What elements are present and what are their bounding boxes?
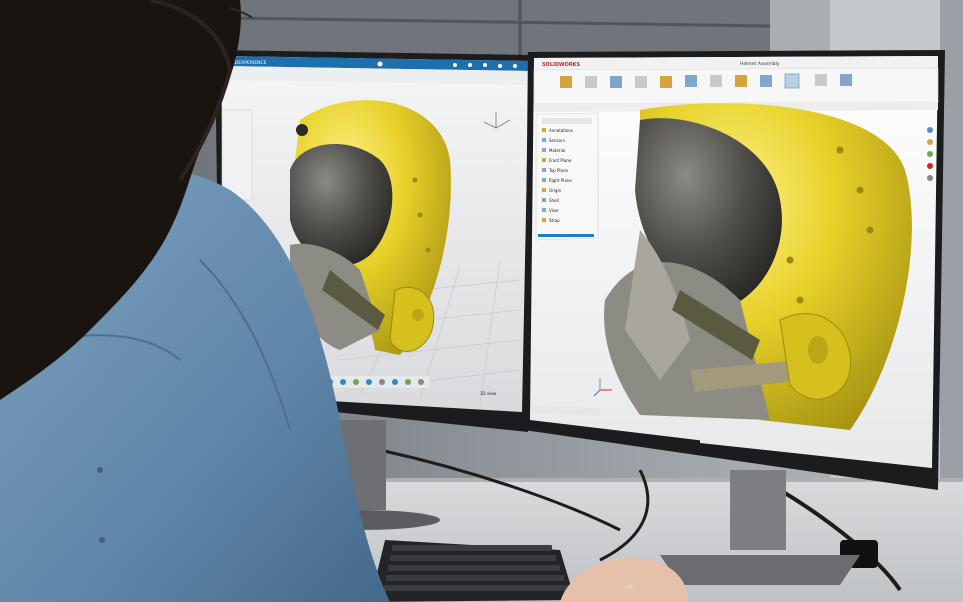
tree-item[interactable]: Sensors <box>549 138 565 143</box>
help-icon[interactable] <box>498 64 502 68</box>
feature-tree-icons <box>542 118 592 124</box>
keyboard[interactable] <box>370 540 575 602</box>
helmet-model-right <box>604 103 912 430</box>
left-window-title: 3DEXPERIENCE <box>232 60 267 66</box>
notification-icon[interactable] <box>483 63 487 67</box>
share-icon[interactable] <box>453 63 457 67</box>
tree-item[interactable]: Material <box>549 148 565 153</box>
tree-scroll-indicator[interactable] <box>538 234 594 237</box>
tree-item[interactable]: Right Plane <box>549 178 572 183</box>
tree-item-icon <box>542 218 546 222</box>
tree-item[interactable]: Strap <box>549 218 560 223</box>
user-icon[interactable] <box>513 64 517 68</box>
tree-item-icon <box>542 128 546 132</box>
ring <box>625 585 633 589</box>
office-cad-scene: 3DEXPERIENCE 3D view SOLIDWORKS Helmet A… <box>0 0 963 602</box>
brand-logo: SOLIDWORKS <box>542 62 581 68</box>
add-icon[interactable] <box>468 63 472 67</box>
tree-item[interactable]: Annotations <box>549 128 573 133</box>
right-monitor: SOLIDWORKS Helmet Assembly Annotations Se… <box>524 50 945 490</box>
tree-item[interactable]: Origin <box>549 188 562 193</box>
tree-item-icon <box>542 198 546 202</box>
tree-item[interactable]: Visor <box>549 208 559 213</box>
tree-item-icon <box>542 138 546 142</box>
file-title: Helmet Assembly <box>740 61 780 67</box>
left-bottom-toolbar[interactable] <box>320 376 430 388</box>
tree-item-icon <box>542 178 546 182</box>
search-icon[interactable] <box>377 61 383 67</box>
tree-item-icon <box>542 158 546 162</box>
left-side-panel <box>221 109 253 201</box>
tree-item-icon <box>542 148 546 152</box>
tree-item[interactable]: Top Plane <box>548 168 569 173</box>
tree-item[interactable]: Shell <box>549 198 559 203</box>
tree-item-icon <box>542 188 546 192</box>
tree-item-icon <box>542 208 546 212</box>
viewer-label: 3D view <box>480 391 497 396</box>
helmet-model-left <box>290 100 451 355</box>
tree-item-icon <box>542 168 546 172</box>
tree-item[interactable]: Front Plane <box>549 158 572 163</box>
